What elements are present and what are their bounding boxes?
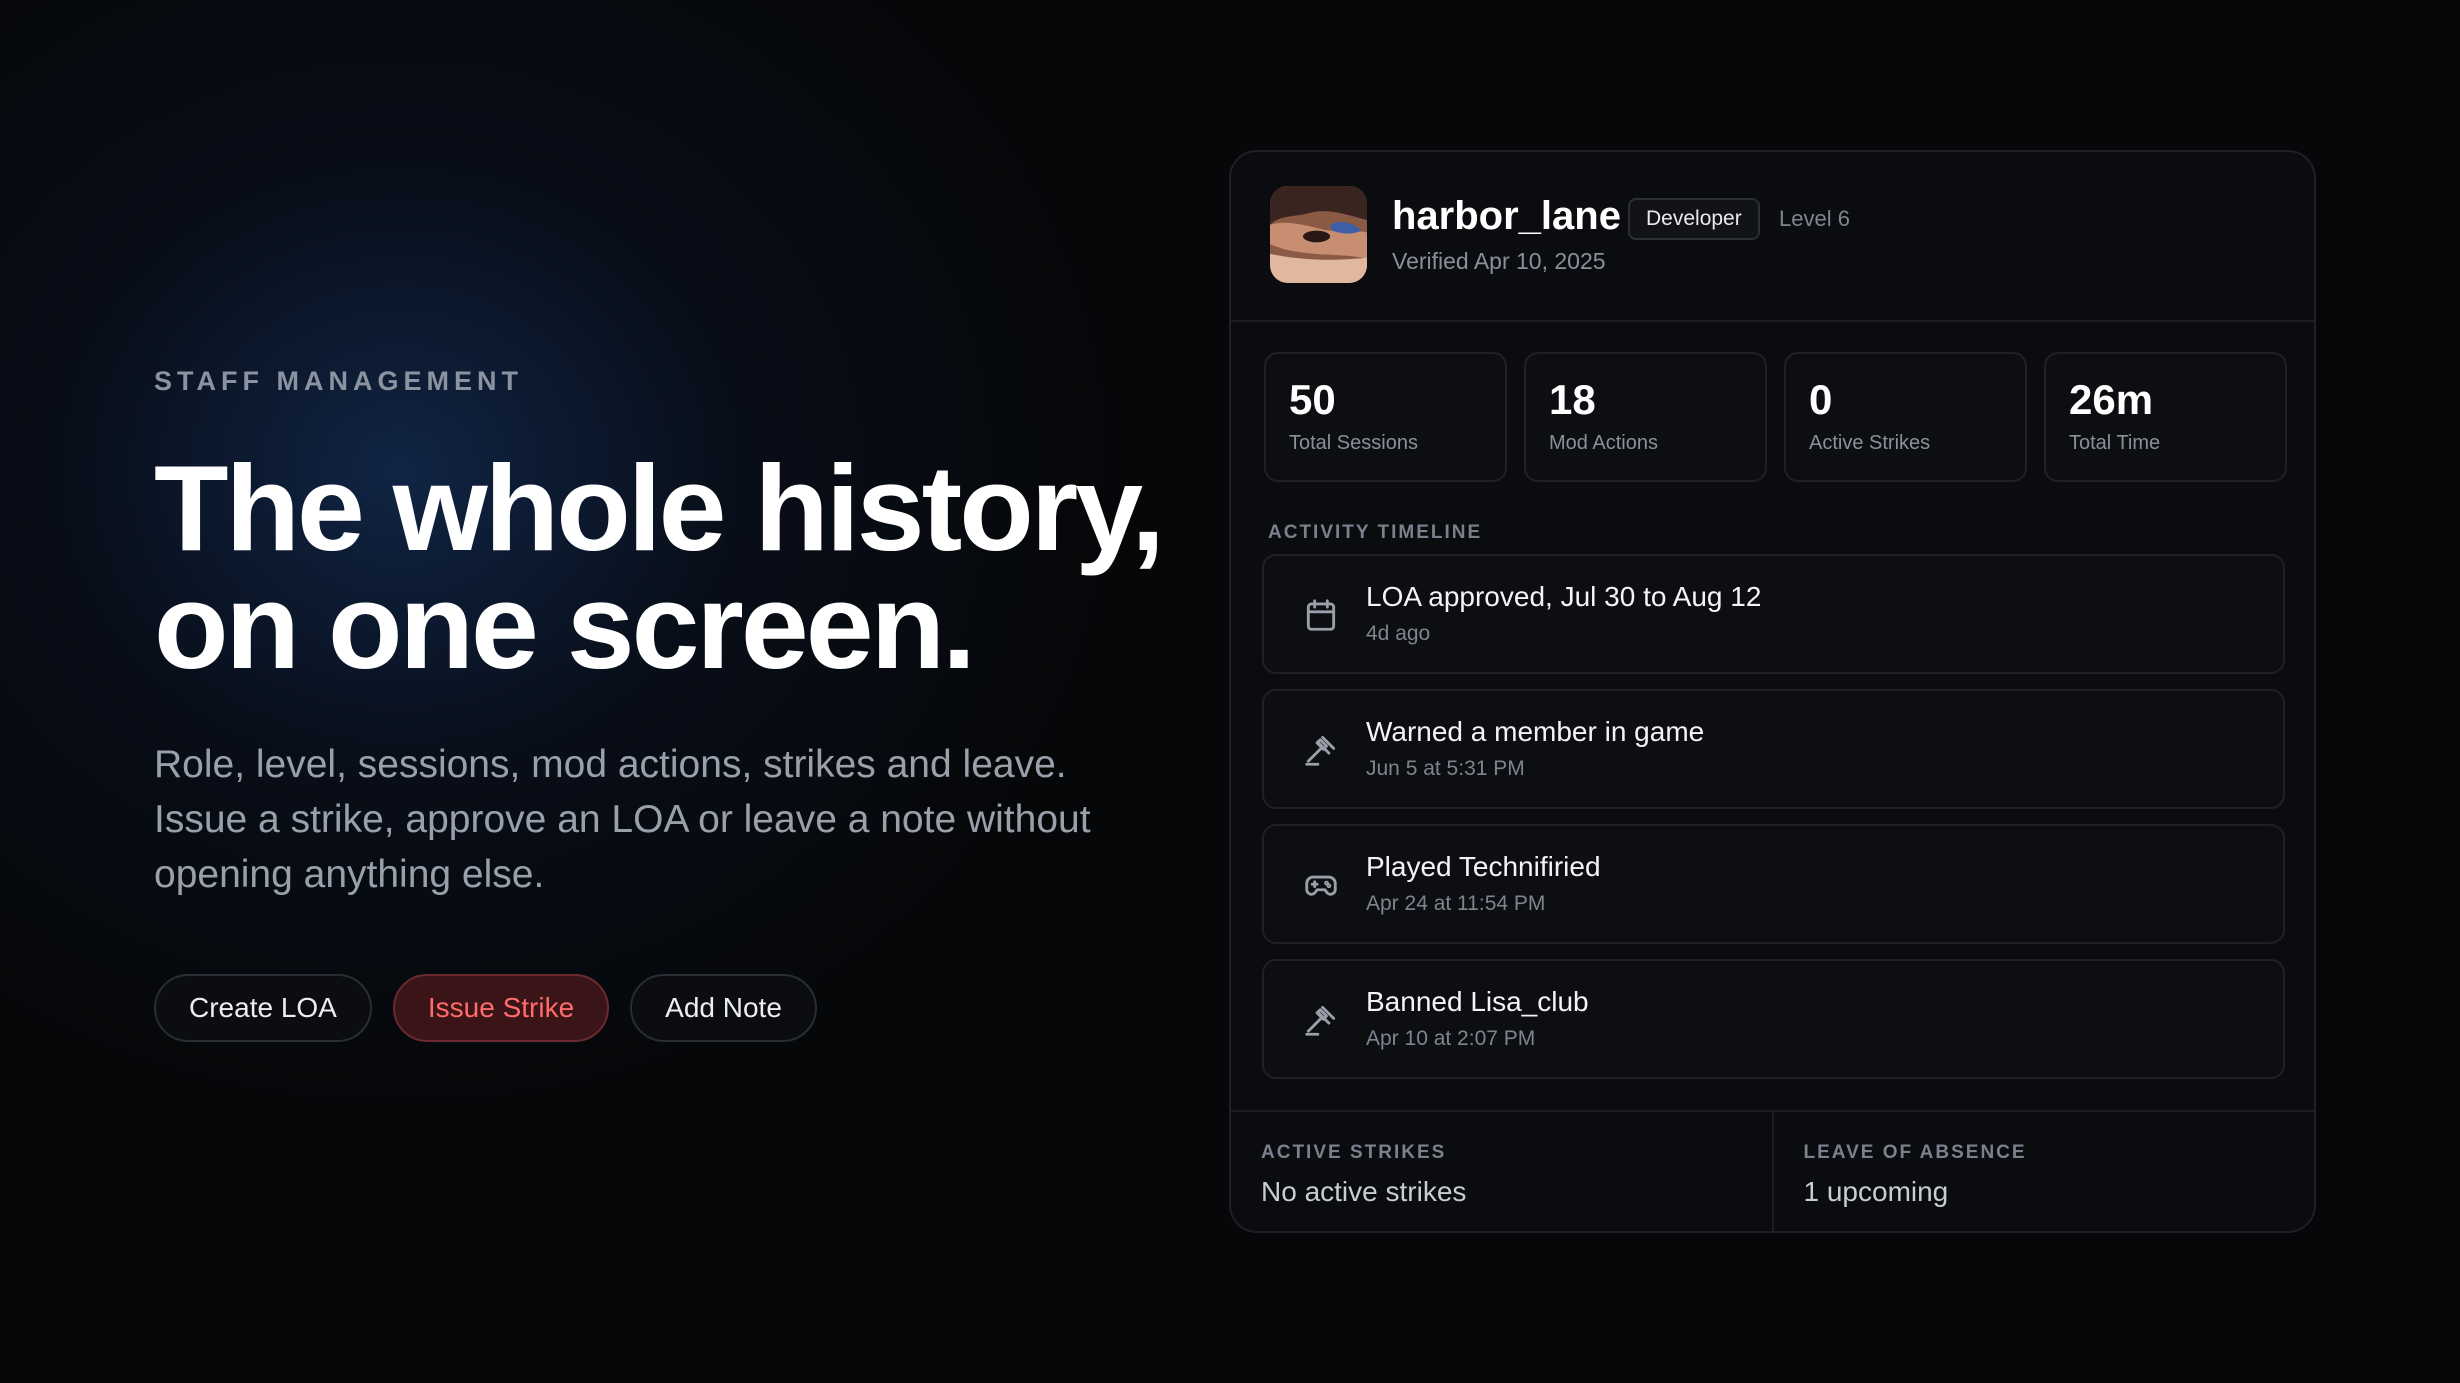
action-buttons: Create LOA Issue Strike Add Note	[154, 974, 1174, 1042]
timeline-title: Played Technifiried	[1366, 851, 1601, 882]
active-strikes-summary: ACTIVE STRIKES No active strikes	[1231, 1112, 1772, 1231]
verified-date: Verified Apr 10, 2025	[1392, 248, 1606, 274]
stat-total-time: 26m Total Time	[2044, 352, 2287, 482]
stat-active-strikes: 0 Active Strikes	[1784, 352, 2027, 482]
avatar	[1270, 186, 1367, 283]
loa-value: 1 upcoming	[1803, 1176, 1949, 1207]
activity-timeline-label: ACTIVITY TIMELINE	[1268, 522, 1483, 543]
timeline-item[interactable]: LOA approved, Jul 30 to Aug 12 4d ago	[1262, 554, 2285, 674]
timeline-item[interactable]: Banned Lisa_club Apr 10 at 2:07 PM	[1262, 959, 2285, 1079]
card-footer: ACTIVE STRIKES No active strikes LEAVE O…	[1231, 1110, 2315, 1231]
gavel-icon	[1302, 731, 1340, 769]
headline: The whole history, on one screen.	[154, 440, 1174, 694]
gamepad-icon	[1302, 866, 1340, 904]
subcopy: Role, level, sessions, mod actions, stri…	[154, 743, 1091, 896]
stat-total-sessions: 50 Total Sessions	[1264, 352, 1507, 482]
timeline-item[interactable]: Warned a member in game Jun 5 at 5:31 PM	[1262, 689, 2285, 809]
stat-value: 18	[1549, 376, 1596, 423]
timeline-time: Apr 10 at 2:07 PM	[1366, 1027, 1536, 1050]
stat-mod-actions: 18 Mod Actions	[1524, 352, 1767, 482]
timeline-title: Banned Lisa_club	[1366, 986, 1589, 1017]
add-note-button[interactable]: Add Note	[630, 974, 817, 1042]
gavel-icon	[1302, 1001, 1340, 1039]
stat-value: 50	[1289, 376, 1336, 423]
issue-strike-button[interactable]: Issue Strike	[392, 974, 610, 1042]
hero: STAFF MANAGEMENT The whole history, on o…	[154, 366, 1174, 1042]
page: STAFF MANAGEMENT The whole history, on o…	[0, 0, 2460, 1383]
headline-line-2: on one screen.	[154, 558, 976, 694]
create-loa-button[interactable]: Create LOA	[154, 974, 372, 1042]
stat-value: 26m	[2069, 376, 2154, 423]
stat-label: Active Strikes	[1809, 432, 1931, 454]
active-strikes-value: No active strikes	[1261, 1176, 1467, 1207]
staff-profile-card: harbor_lane Developer Level 6 Verified A…	[1229, 150, 2316, 1233]
timeline-title: Warned a member in game	[1366, 716, 1705, 747]
level-label: Level 6	[1779, 206, 1850, 231]
role-badge: Developer	[1628, 198, 1760, 240]
timeline-item[interactable]: Played Technifiried Apr 24 at 11:54 PM	[1262, 824, 2285, 944]
stat-value: 0	[1809, 376, 1833, 423]
stat-label: Mod Actions	[1549, 432, 1658, 454]
calendar-icon	[1302, 596, 1340, 634]
profile-header: harbor_lane Developer Level 6 Verified A…	[1231, 152, 2314, 322]
eyebrow: STAFF MANAGEMENT	[154, 366, 523, 396]
loa-label: LEAVE OF ABSENCE	[1803, 1142, 2027, 1163]
headline-line-1: The whole history,	[154, 440, 1165, 576]
timeline-time: Jun 5 at 5:31 PM	[1366, 757, 1525, 780]
stats-row: 50 Total Sessions 18 Mod Actions 0 Activ…	[1264, 352, 2287, 482]
stat-label: Total Sessions	[1289, 432, 1418, 454]
leave-of-absence-summary: LEAVE OF ABSENCE 1 upcoming	[1771, 1112, 2315, 1231]
active-strikes-label: ACTIVE STRIKES	[1261, 1142, 1447, 1163]
activity-timeline: LOA approved, Jul 30 to Aug 12 4d ago Wa…	[1262, 554, 2285, 1094]
username: harbor_lane	[1392, 194, 1621, 238]
stat-label: Total Time	[2069, 432, 2161, 454]
timeline-title: LOA approved, Jul 30 to Aug 12	[1366, 581, 1762, 612]
timeline-time: Apr 24 at 11:54 PM	[1366, 892, 1546, 915]
timeline-time: 4d ago	[1366, 622, 1431, 645]
